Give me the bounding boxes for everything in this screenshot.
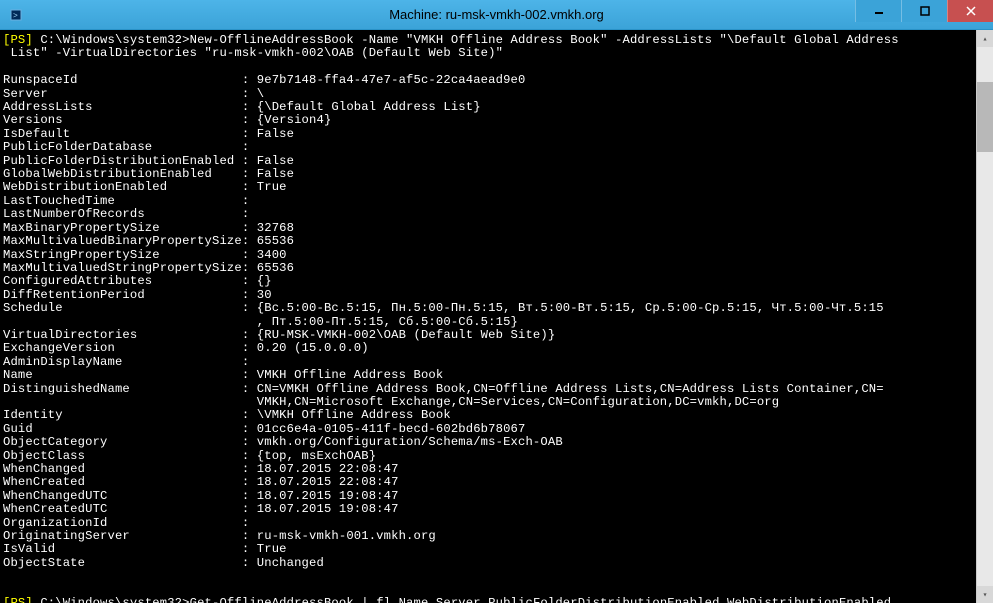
terminal[interactable]: [PS] C:\Windows\system32>New-OfflineAddr…	[0, 30, 993, 603]
close-button[interactable]	[947, 0, 993, 22]
terminal-content[interactable]: [PS] C:\Windows\system32>New-OfflineAddr…	[0, 30, 976, 603]
window-controls	[855, 0, 993, 22]
maximize-button[interactable]	[901, 0, 947, 22]
scrollbar-thumb[interactable]	[977, 82, 993, 152]
titlebar: > Machine: ru-msk-vmkh-002.vmkh.org	[0, 0, 993, 30]
svg-text:>: >	[13, 12, 18, 21]
scroll-down-button[interactable]: ▾	[977, 586, 993, 603]
scroll-up-button[interactable]: ▴	[977, 30, 993, 47]
scrollbar-track[interactable]	[977, 47, 993, 586]
minimize-button[interactable]	[855, 0, 901, 22]
window-title: Machine: ru-msk-vmkh-002.vmkh.org	[389, 7, 604, 22]
app-icon: >	[8, 7, 24, 23]
scrollbar[interactable]: ▴ ▾	[976, 30, 993, 603]
